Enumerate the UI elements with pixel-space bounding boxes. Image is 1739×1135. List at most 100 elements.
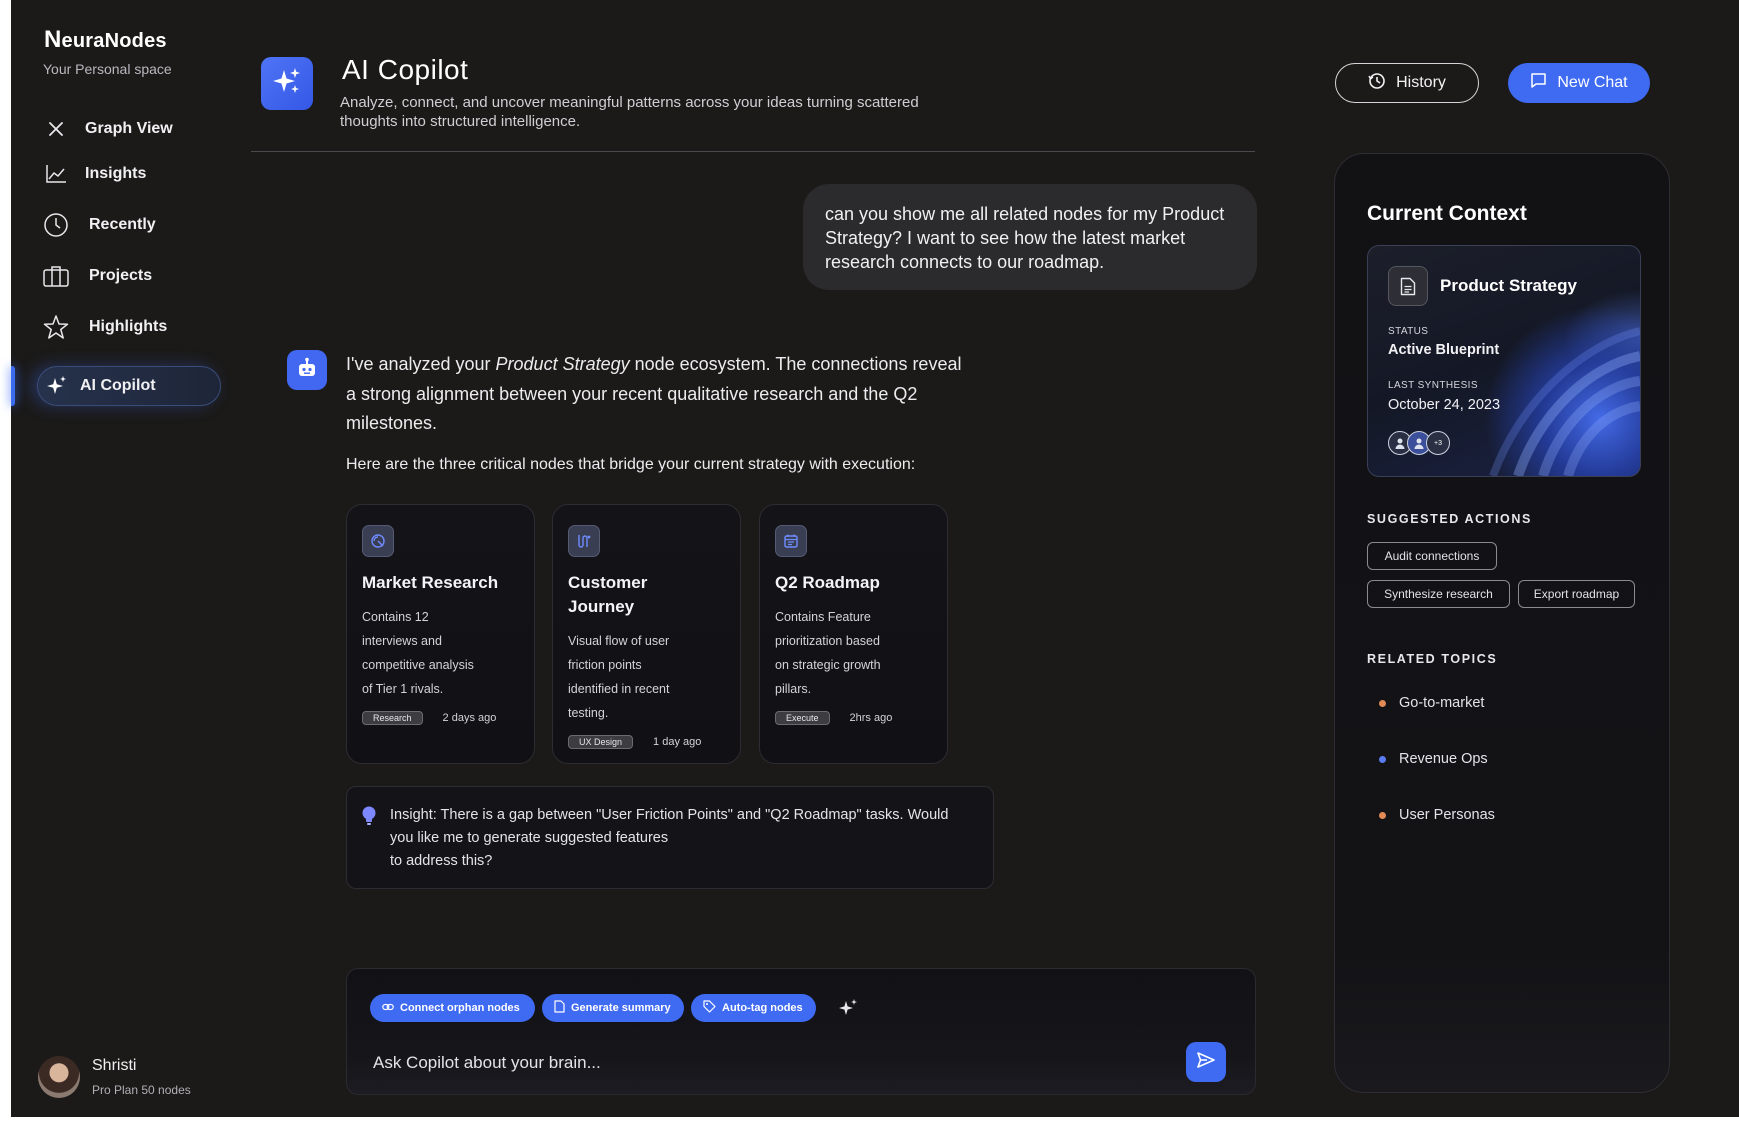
insight-line: Insight: There is a gap between "User Fr… bbox=[390, 807, 949, 823]
star-icon bbox=[43, 314, 69, 340]
node-description: Visual flow of user friction points iden… bbox=[568, 634, 670, 720]
active-indicator bbox=[11, 366, 15, 406]
copilot-logo bbox=[261, 57, 313, 110]
related-topic-item[interactable]: Go-to-market bbox=[1379, 695, 1484, 711]
sparkle-icon bbox=[271, 65, 303, 102]
node-time: 1 day ago bbox=[653, 736, 702, 748]
journey-icon bbox=[568, 525, 600, 557]
status-value: Active Blueprint bbox=[1388, 342, 1500, 358]
chat-bubble-icon bbox=[1530, 72, 1547, 94]
audit-connections-button[interactable]: Audit connections bbox=[1367, 542, 1497, 570]
insight-line: to address this? bbox=[390, 853, 493, 869]
page-title: AI Copilot bbox=[342, 54, 469, 85]
history-label: History bbox=[1396, 74, 1446, 91]
chip-label: Connect orphan nodes bbox=[400, 1002, 520, 1014]
node-tag: Execute bbox=[775, 711, 830, 725]
node-tag: Research bbox=[362, 711, 423, 725]
lightbulb-icon bbox=[361, 806, 377, 828]
new-chat-label: New Chat bbox=[1557, 74, 1628, 91]
robot-icon bbox=[296, 357, 318, 384]
insight-callout[interactable]: Insight: There is a gap between "User Fr… bbox=[346, 786, 994, 889]
collaborator-avatars[interactable]: +3 bbox=[1388, 431, 1450, 455]
bot-message-intro: I've analyzed your Product Strategy node… bbox=[346, 354, 962, 433]
more-collaborators-badge: +3 bbox=[1426, 431, 1450, 455]
node-time: 2hrs ago bbox=[849, 712, 893, 724]
suggested-actions-heading: SUGGESTED ACTIONS bbox=[1367, 512, 1532, 526]
node-card-customer-journey[interactable]: Customer Journey Visual flow of user fri… bbox=[552, 504, 741, 764]
related-topic-item[interactable]: User Personas bbox=[1379, 807, 1495, 823]
export-roadmap-button[interactable]: Export roadmap bbox=[1518, 580, 1635, 608]
projects-icon bbox=[43, 263, 69, 289]
send-icon bbox=[1196, 1051, 1216, 1074]
node-card-q2-roadmap[interactable]: Q2 Roadmap Contains Feature prioritizati… bbox=[759, 504, 948, 764]
sidebar-item-label: AI Copilot bbox=[80, 377, 156, 394]
related-topic-item[interactable]: Revenue Ops bbox=[1379, 751, 1488, 767]
status-label: STATUS bbox=[1388, 326, 1429, 337]
user-name: Shristi bbox=[92, 1057, 137, 1074]
insight-line: you like me to generate suggested featur… bbox=[390, 830, 669, 846]
clock-icon bbox=[43, 212, 69, 238]
send-button[interactable] bbox=[1186, 1042, 1226, 1082]
sidebar-item-ai-copilot[interactable]: AI Copilot bbox=[37, 366, 221, 406]
last-synthesis-value: October 24, 2023 bbox=[1388, 397, 1501, 413]
sidebar-item-label: Insights bbox=[85, 165, 147, 182]
topic-dot bbox=[1379, 755, 1386, 763]
node-title: Market Research bbox=[362, 573, 499, 592]
sidebar-item-recently[interactable]: Recently bbox=[33, 206, 223, 244]
app-window: NeuraNodes Your Personal space Graph Vie… bbox=[11, 0, 1739, 1117]
context-node-card[interactable]: Product Strategy STATUS Active Blueprint… bbox=[1367, 245, 1641, 477]
sparkle-icon bbox=[44, 373, 70, 399]
document-icon bbox=[1388, 266, 1428, 306]
sidebar-item-projects[interactable]: Projects bbox=[33, 257, 223, 295]
emphasis-node-name: Product Strategy bbox=[495, 354, 630, 374]
sidebar-item-highlights[interactable]: Highlights bbox=[33, 308, 223, 346]
chat-input[interactable] bbox=[371, 1049, 1165, 1077]
link-icon bbox=[382, 1002, 394, 1015]
node-description: Contains 12 interviews and competitive a… bbox=[362, 610, 474, 696]
generate-summary-chip[interactable]: Generate summary bbox=[542, 994, 684, 1022]
topic-dot bbox=[1379, 811, 1386, 819]
chip-label: Generate summary bbox=[571, 1002, 671, 1014]
user-plan: Pro Plan 50 nodes bbox=[92, 1083, 191, 1097]
sidebar-item-graph-view[interactable]: Graph View bbox=[33, 110, 223, 148]
last-synthesis-label: LAST SYNTHESIS bbox=[1388, 380, 1478, 391]
calendar-icon bbox=[775, 525, 807, 557]
sidebar-item-label: Projects bbox=[89, 267, 153, 284]
bot-message-followup: Here are the three critical nodes that b… bbox=[346, 456, 916, 473]
graph-view-icon bbox=[43, 116, 69, 142]
sidebar-item-label: Recently bbox=[89, 216, 156, 233]
bot-avatar bbox=[287, 350, 327, 390]
node-time: 2 days ago bbox=[442, 712, 497, 724]
synthesize-research-button[interactable]: Synthesize research bbox=[1367, 580, 1510, 608]
chip-label: Auto-tag nodes bbox=[722, 1002, 803, 1014]
topic-label: User Personas bbox=[1399, 807, 1495, 823]
node-title: Q2 Roadmap bbox=[775, 573, 880, 592]
history-button[interactable]: History bbox=[1335, 63, 1479, 103]
user-message-bubble: can you show me all related nodes for my… bbox=[803, 184, 1257, 290]
sidebar-item-label: Graph View bbox=[85, 120, 173, 137]
tag-icon bbox=[703, 1000, 716, 1016]
market-research-icon bbox=[362, 525, 394, 557]
topic-label: Revenue Ops bbox=[1399, 751, 1488, 767]
history-icon bbox=[1368, 72, 1386, 95]
document-icon bbox=[554, 1000, 565, 1016]
sidebar-item-label: Highlights bbox=[89, 318, 168, 335]
sidebar-item-insights[interactable]: Insights bbox=[33, 155, 223, 193]
avatar[interactable] bbox=[38, 1056, 80, 1098]
chart-line-icon bbox=[43, 161, 69, 187]
context-node-name: Product Strategy bbox=[1440, 276, 1577, 295]
brand-logo[interactable]: NeuraNodes bbox=[44, 26, 167, 54]
divider bbox=[251, 151, 1255, 152]
node-description: Contains Feature prioritization based on… bbox=[775, 610, 881, 696]
new-chat-button[interactable]: New Chat bbox=[1508, 63, 1650, 103]
node-title: Customer Journey bbox=[568, 573, 648, 616]
topic-label: Go-to-market bbox=[1399, 695, 1485, 711]
related-topics-heading: RELATED TOPICS bbox=[1367, 652, 1498, 666]
sparkle-icon[interactable] bbox=[837, 997, 859, 1024]
context-title: Current Context bbox=[1367, 202, 1527, 225]
connect-orphan-nodes-chip[interactable]: Connect orphan nodes bbox=[370, 994, 535, 1022]
topic-dot bbox=[1379, 699, 1386, 707]
auto-tag-nodes-chip[interactable]: Auto-tag nodes bbox=[691, 994, 816, 1022]
page-description: Analyze, connect, and uncover meaningful… bbox=[340, 94, 919, 130]
node-card-market-research[interactable]: Market Research Contains 12 interviews a… bbox=[346, 504, 535, 764]
